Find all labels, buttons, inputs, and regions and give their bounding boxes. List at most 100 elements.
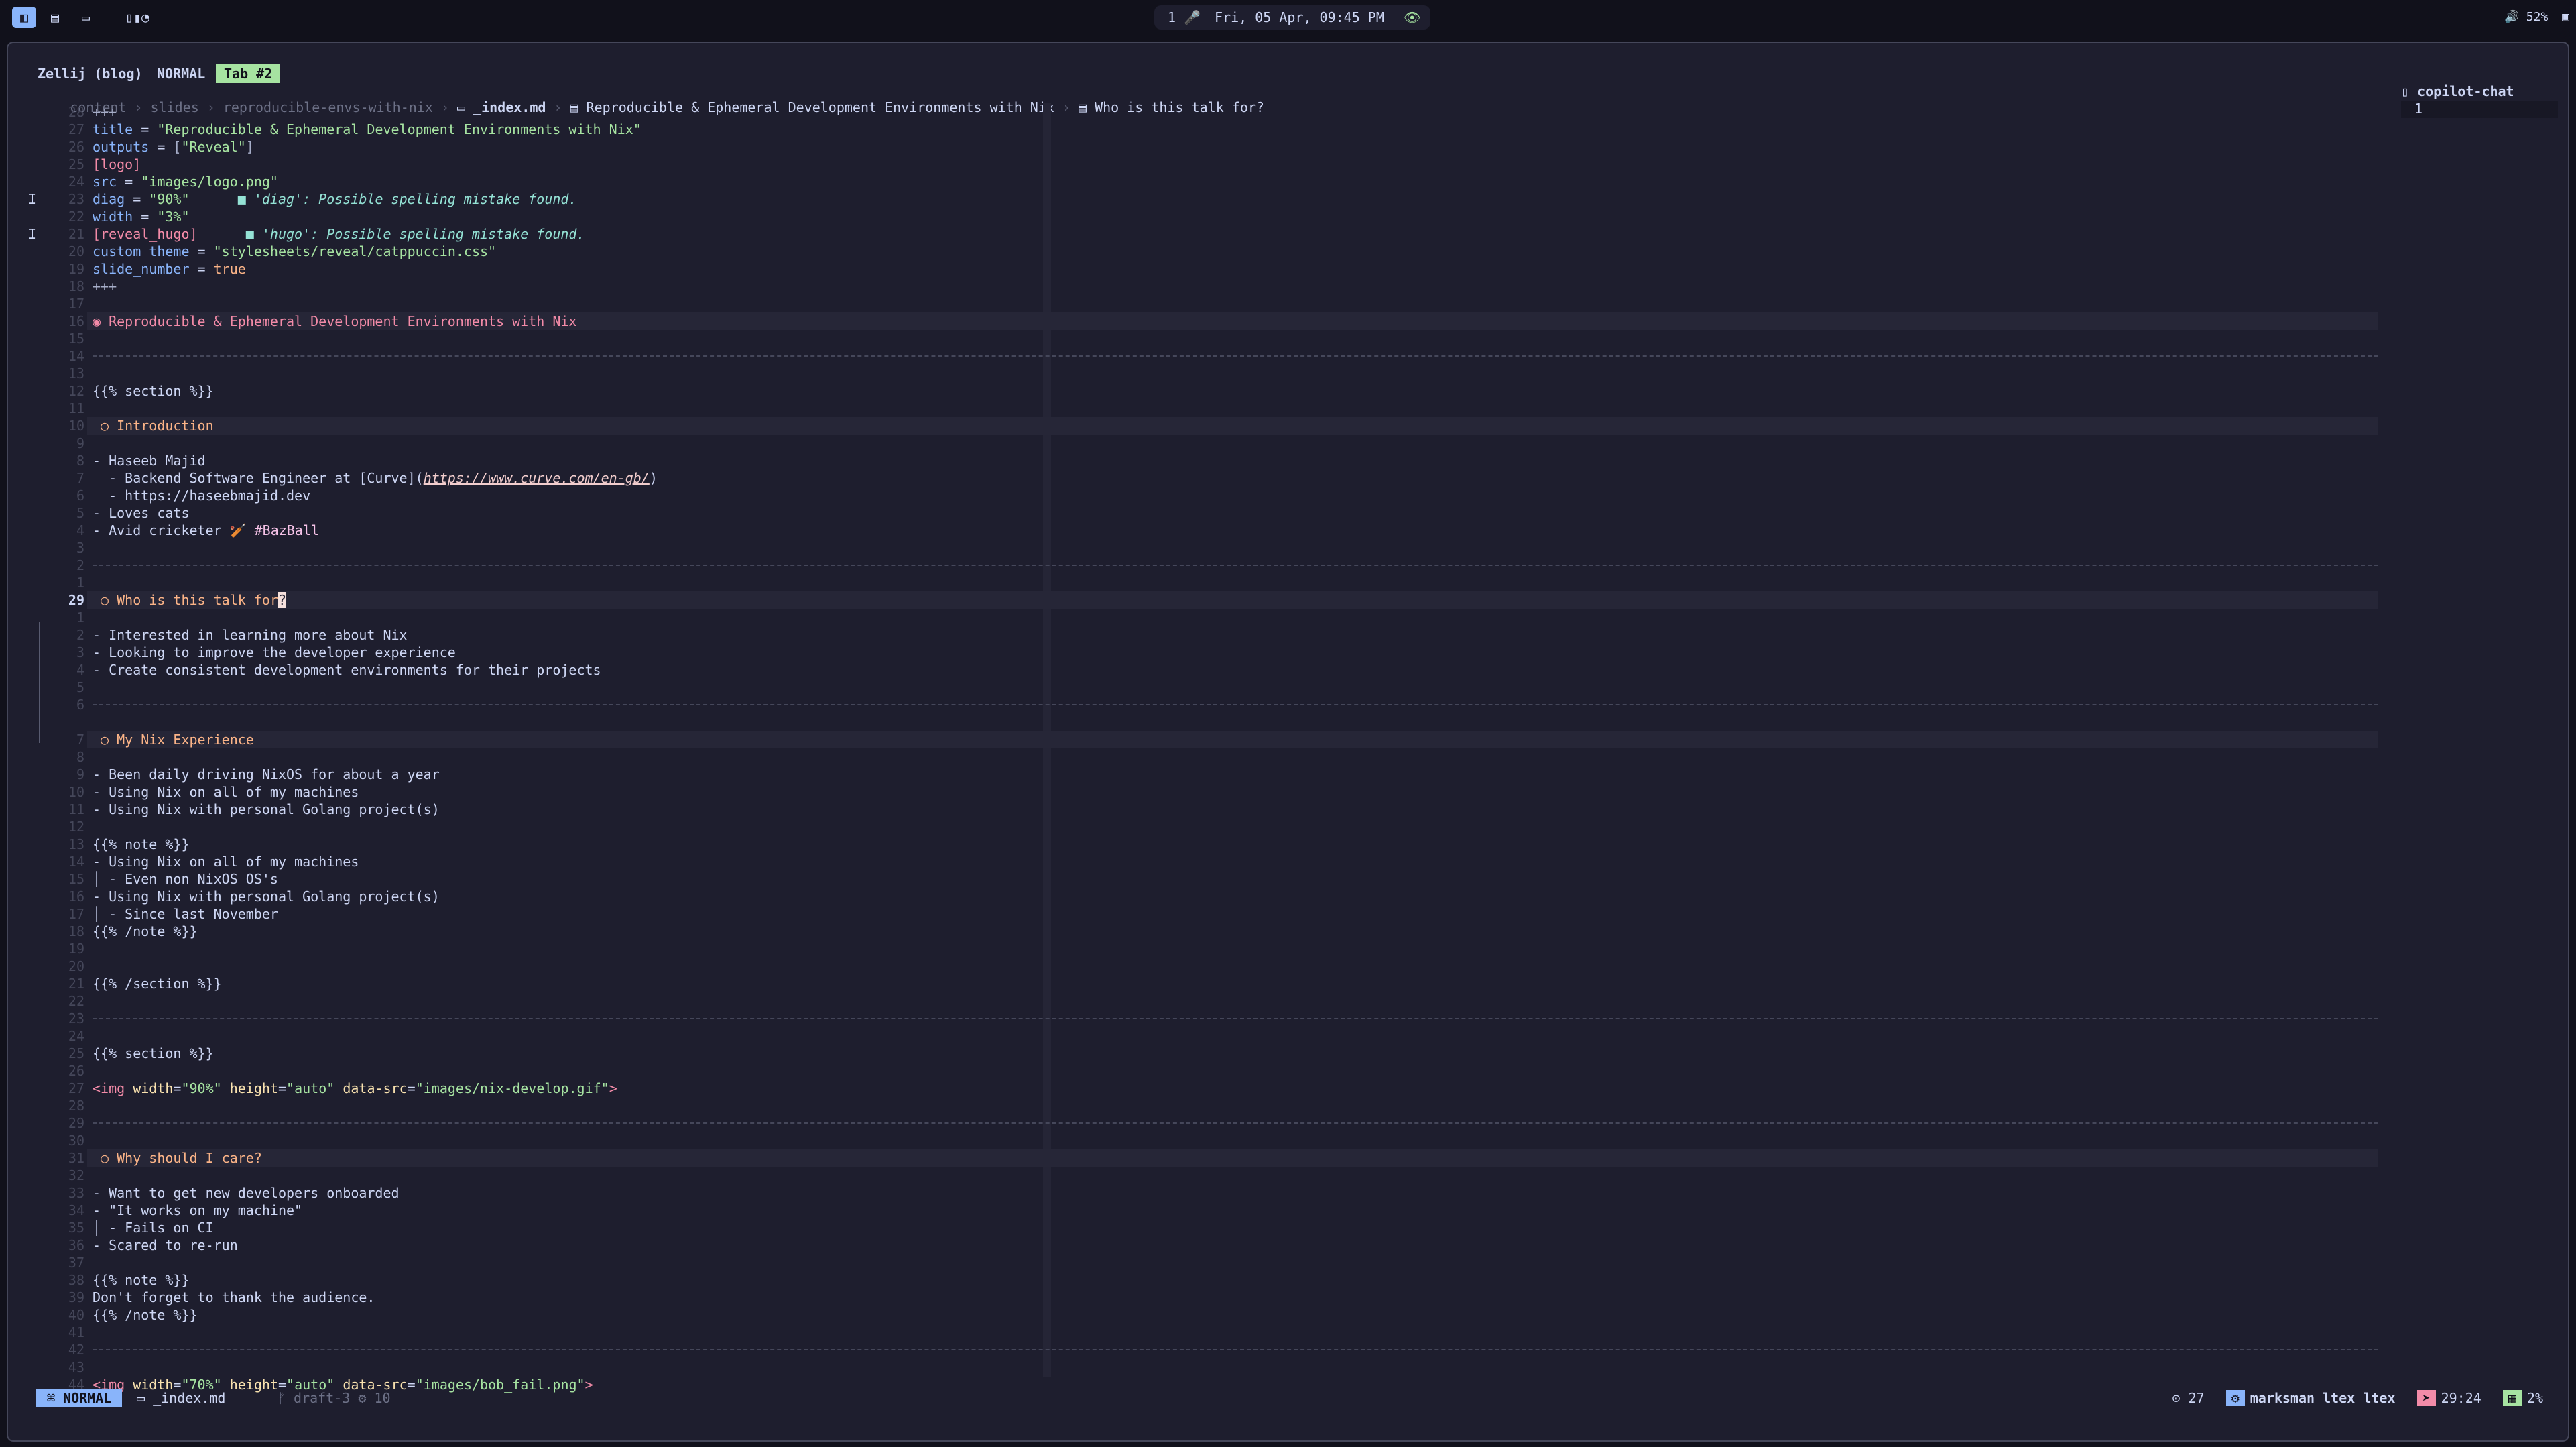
editor-line[interactable]: 4 - Avid cricketer 🏏 #BazBall — [8, 522, 2381, 539]
editor-line[interactable]: 18 {{% /note %}} — [8, 923, 2381, 940]
editor-line[interactable]: 26 outputs = ["Reveal"] — [8, 138, 2381, 156]
editor-line[interactable]: 41 — [8, 1324, 2381, 1341]
editor-line[interactable]: 20 — [8, 958, 2381, 975]
line-text[interactable]: Don't forget to thank the audience. — [93, 1289, 375, 1306]
editor-line[interactable]: 1 — [8, 609, 2381, 626]
line-text[interactable]: diag = "90%" ■ 'diag': Possible spelling… — [93, 190, 576, 208]
editor-line[interactable]: 28 — [8, 1097, 2381, 1114]
editor-line[interactable]: 42 — [8, 1341, 2381, 1358]
eye-icon[interactable]: 👁 — [1404, 5, 1420, 30]
workspace-1-icon[interactable]: ◧ — [12, 7, 36, 28]
editor-line[interactable]: 9 - Been daily driving NixOS for about a … — [8, 766, 2381, 783]
editor-line[interactable]: 6 - https://haseebmajid.dev — [8, 487, 2381, 504]
editor-line[interactable]: 34 - "It works on my machine" — [8, 1202, 2381, 1219]
line-text[interactable]: - "It works on my machine" — [93, 1202, 302, 1219]
editor-line[interactable]: 14 — [8, 347, 2381, 365]
editor-line[interactable]: 9 — [8, 435, 2381, 452]
editor-line[interactable]: 7 - Backend Software Engineer at [Curve]… — [8, 469, 2381, 487]
tray-icon[interactable]: ▣ — [2562, 10, 2569, 24]
line-text[interactable]: │ - Since last November — [93, 905, 278, 923]
lsp-servers[interactable]: marksman ltex ltex — [2250, 1390, 2396, 1406]
line-text[interactable]: src = "images/logo.png" — [93, 173, 278, 190]
editor-line[interactable]: 13 — [8, 365, 2381, 382]
editor-line[interactable]: 32 — [8, 1167, 2381, 1184]
line-text[interactable]: - Using Nix on all of my machines — [93, 783, 359, 801]
mic-icon[interactable]: 🎤 — [1184, 5, 1201, 30]
line-text[interactable]: {{% section %}} — [93, 382, 214, 400]
workspace-2-icon[interactable]: ▤ — [43, 7, 67, 28]
line-text[interactable]: - Backend Software Engineer at [Curve](h… — [93, 469, 658, 487]
terminal-window[interactable]: Zellij (blog) NORMAL Tab #2 content › slid… — [7, 42, 2569, 1442]
editor-line[interactable]: 16 - Using Nix with personal Golang proje… — [8, 888, 2381, 905]
editor-line[interactable]: 27 <img width="90%" height="auto" data-sr… — [8, 1080, 2381, 1097]
line-text[interactable]: ○ Why should I care? — [93, 1149, 262, 1167]
editor-line[interactable]: 33 - Want to get new developers onboarded — [8, 1184, 2381, 1202]
line-text[interactable]: [logo] — [93, 156, 141, 173]
line-text[interactable]: - Been daily driving NixOS for about a y… — [93, 766, 440, 783]
line-text[interactable]: - https://haseebmajid.dev — [93, 487, 310, 504]
editor-line[interactable]: 19 — [8, 940, 2381, 958]
editor-line[interactable]: 2 - Interested in learning more about Nix — [8, 626, 2381, 644]
editor-line[interactable]: 39 Don't forget to thank the audience. — [8, 1289, 2381, 1306]
editor-line[interactable]: 24 src = "images/logo.png" — [8, 173, 2381, 190]
line-text[interactable]: [reveal_hugo] ■ 'hugo': Possible spellin… — [93, 225, 585, 243]
editor-line[interactable]: 31 ○ Why should I care? — [8, 1149, 2381, 1167]
line-text[interactable]: │ - Even non NixOS OS's — [93, 870, 278, 888]
editor-line[interactable]: 5 - Loves cats — [8, 504, 2381, 522]
line-text[interactable]: {{% note %}} — [93, 1271, 190, 1289]
editor-line[interactable]: 27 title = "Reproducible & Ephemeral Deve… — [8, 121, 2381, 138]
line-text[interactable]: {{% /section %}} — [93, 975, 222, 992]
editor-line[interactable]: 26 — [8, 1062, 2381, 1080]
editor-line[interactable]: 24 — [8, 1027, 2381, 1045]
editor-line[interactable]: 19 slide_number = true — [8, 260, 2381, 278]
editor-line[interactable]: 3 - Looking to improve the developer expe… — [8, 644, 2381, 661]
line-text[interactable]: - Create consistent development environm… — [93, 661, 601, 679]
line-text[interactable]: ○ Introduction — [93, 417, 214, 435]
editor-line[interactable]: 12 — [8, 818, 2381, 835]
tab-2[interactable]: Tab #2 — [216, 64, 281, 83]
line-text[interactable]: +++ — [93, 278, 117, 295]
editor-line[interactable]: 29 — [8, 1114, 2381, 1132]
link[interactable]: https://www.curve.com/en-gb/ — [424, 470, 650, 486]
line-text[interactable]: - Using Nix on all of my machines — [93, 853, 359, 870]
workspace-3-icon[interactable]: ▭ — [74, 7, 98, 28]
line-text[interactable]: - Interested in learning more about Nix — [93, 626, 408, 644]
editor-line[interactable]: 5 — [8, 679, 2381, 696]
editor-line[interactable]: 22 width = "3%" — [8, 208, 2381, 225]
copilot-chat-title[interactable]: ▯ copilot-chat — [2401, 83, 2514, 99]
editor-line[interactable]: 8 - Haseeb Majid — [8, 452, 2381, 469]
editor-line[interactable]: 15 — [8, 330, 2381, 347]
editor-line[interactable]: 37 — [8, 1254, 2381, 1271]
editor-line[interactable]: 11 — [8, 400, 2381, 417]
editor-line[interactable]: 15 │ - Even non NixOS OS's — [8, 870, 2381, 888]
diagnostic-count[interactable]: ⊙ 27 — [2172, 1390, 2204, 1406]
line-text[interactable]: custom_theme = "stylesheets/reveal/catpp… — [93, 243, 496, 260]
git-branch[interactable]: ᚠ draft-3 ⚙ 10 — [278, 1388, 391, 1408]
editor-line[interactable]: 25 {{% section %}} — [8, 1045, 2381, 1062]
editor-line[interactable]: 7 ○ My Nix Experience — [8, 731, 2381, 748]
editor-line[interactable]: 20 custom_theme = "stylesheets/reveal/cat… — [8, 243, 2381, 260]
editor-line[interactable]: 36 - Scared to re-run — [8, 1236, 2381, 1254]
line-text[interactable]: <img width="90%" height="auto" data-src=… — [93, 1080, 617, 1097]
line-text[interactable]: ○ My Nix Experience — [93, 731, 254, 748]
editor-line[interactable]: 16 ◉ Reproducible & Ephemeral Development… — [8, 312, 2381, 330]
clock-pill[interactable]: 1 🎤 Fri, 05 Apr, 09:45 PM 👁 — [1154, 5, 1430, 30]
editor-line[interactable]: 8 — [8, 748, 2381, 766]
line-text[interactable]: outputs = ["Reveal"] — [93, 138, 254, 156]
editor-line[interactable]: 43 — [8, 1358, 2381, 1376]
line-text[interactable]: +++ — [93, 103, 117, 121]
editor-line[interactable]: 1 — [8, 574, 2381, 591]
editor-line[interactable]: 40 {{% /note %}} — [8, 1306, 2381, 1324]
line-text[interactable]: - Avid cricketer 🏏 #BazBall — [93, 522, 319, 539]
editor-line[interactable]: 12 {{% section %}} — [8, 382, 2381, 400]
editor-line[interactable]: I 23 diag = "90%" ■ 'diag': Possible spell… — [8, 190, 2381, 208]
editor-line[interactable]: 25 [logo] — [8, 156, 2381, 173]
line-text[interactable]: title = "Reproducible & Ephemeral Develo… — [93, 121, 641, 138]
editor-line[interactable]: 13 {{% note %}} — [8, 835, 2381, 853]
line-text[interactable]: - Using Nix with personal Golang project… — [93, 801, 440, 818]
line-text[interactable]: {{% /note %}} — [93, 923, 198, 940]
line-text[interactable]: - Scared to re-run — [93, 1236, 238, 1254]
editor-line[interactable]: 35 │ - Fails on CI — [8, 1219, 2381, 1236]
editor-line[interactable]: 10 - Using Nix on all of my machines — [8, 783, 2381, 801]
line-text[interactable]: - Loves cats — [93, 504, 190, 522]
